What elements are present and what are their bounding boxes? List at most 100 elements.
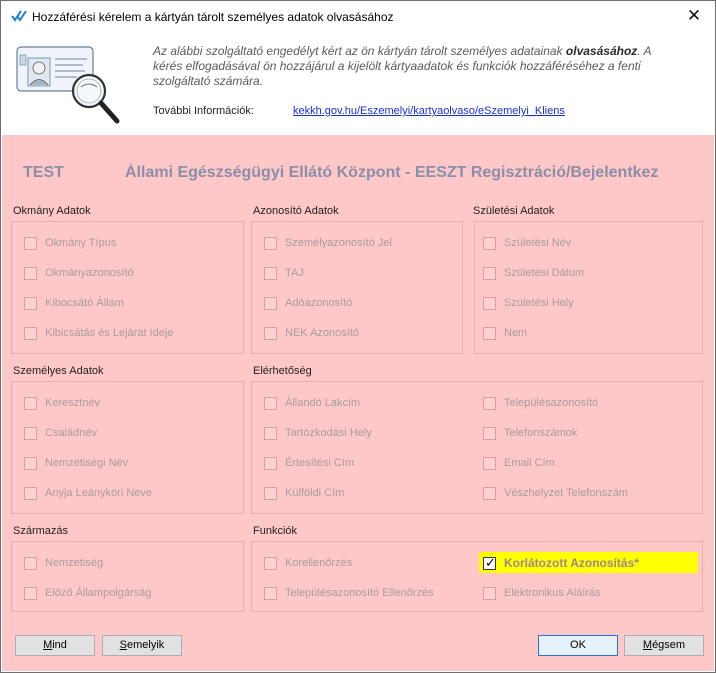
group-label-szuletesi: Születési Adatok [473,205,555,217]
checkbox-label: Születési Név [504,237,572,249]
checkbox-ertesitesi-cim[interactable]: Értesítési Cím [264,455,354,471]
checkbox-square[interactable] [483,486,496,500]
checkbox-square[interactable] [264,396,277,410]
checkbox-adoazonosito[interactable]: Adóazonosító [264,295,352,311]
checkbox-label: Okmányazonosító [45,267,134,279]
checkbox-okmanyazonosito[interactable]: Okmányazonosító [24,265,134,281]
checkbox-veszhelyzet-telefonszam[interactable]: Vészhelyzet Telefonszám [483,485,628,501]
more-info-label: További Információk: [153,105,254,117]
button-mnemonic: M [642,639,653,651]
checkbox-korellenorzes[interactable]: Korellenőrzés [264,555,352,571]
checkbox-okmany-tipus[interactable]: Okmány Típus [24,235,116,251]
checkbox-label: Személyazonosító Jel [285,237,392,249]
ok-button[interactable]: OK [538,635,618,656]
checkbox-szuletesi-datum[interactable]: Születési Dátum [483,265,584,281]
checkbox-tartozkodasi-hely[interactable]: Tartózkodási Hely [264,425,372,441]
checkbox-square[interactable] [264,556,277,570]
checkbox-label: Korellenőrzés [285,557,353,569]
checkbox-label: TAJ [285,267,304,279]
checkbox-square[interactable] [24,396,37,410]
checkbox-square[interactable] [483,426,496,440]
checkbox-square[interactable] [24,266,37,280]
checkbox-nem[interactable]: Nem [483,325,527,341]
checkbox-label: Településazonosító Ellenőrzés [285,587,434,599]
button-label: OK [570,639,586,651]
checkbox-label: Nem [504,327,528,339]
checkbox-email-cim[interactable]: Email Cím [483,455,555,471]
checkbox-korlatozott-azonositas[interactable]: Korlátozott Azonosítás* [483,555,639,571]
checkbox-telefonszamok[interactable]: Telefonszámok [483,425,577,441]
checkbox-telepulesazonosito-ellenorzes[interactable]: Településazonosító Ellenőrzés [264,585,434,601]
group-label-szarmazas: Származás [13,525,69,537]
checkbox-square[interactable] [24,236,37,250]
checkbox-szuletesi-nev[interactable]: Születési Név [483,235,571,251]
checkbox-nek-azonosito[interactable]: NEK Azonosító [264,325,359,341]
checkbox-square[interactable] [483,586,496,600]
checkbox-label: Tartózkodási Hely [285,427,372,439]
checkbox-square[interactable] [483,456,496,470]
title-bar: Hozzáférési kérelem a kártyán tárolt sze… [1,1,715,31]
checkbox-square[interactable] [264,266,277,280]
checkbox-square[interactable] [24,456,37,470]
checkbox-square[interactable] [483,396,496,410]
checkbox-square[interactable] [264,326,277,340]
checkbox-csaladnev[interactable]: Családnév [24,425,97,441]
checkbox-square[interactable] [483,236,496,250]
checkbox-label: Nemzetiség [45,557,104,569]
group-label-azonosito: Azonosító Adatok [253,205,339,217]
select-all-button[interactable]: Mind [15,635,95,656]
checkbox-label: Értesítési Cím [285,457,355,469]
checkbox-square[interactable] [264,236,277,250]
checkbox-checked-square[interactable] [483,555,496,571]
checkbox-keresztnev[interactable]: Keresztnév [24,395,100,411]
select-none-button[interactable]: Semelyik [102,635,182,656]
checkbox-square[interactable] [24,486,37,500]
checkbox-label: Kibicsátás és Lejárat Ideje [45,327,174,339]
checkbox-square[interactable] [24,426,37,440]
checkbox-label: Korlátozott Azonosítás* [504,556,639,570]
checkbox-szuletesi-hely[interactable]: Születési Hely [483,295,574,311]
checkbox-label: Okmány Típus [45,237,117,249]
checkbox-label: Nemzetiségi Név [45,457,129,469]
checkbox-allando-lakcim[interactable]: Állandó Lakcím [264,395,360,411]
checkbox-square[interactable] [24,556,37,570]
checkbox-label: Településazonosító [504,397,599,409]
checkbox-square[interactable] [24,586,37,600]
checkbox-square[interactable] [264,296,277,310]
checkbox-label: Elektronikus Aláírás [504,587,601,599]
checkbox-telepulesazonosito[interactable]: Településazonosító [483,395,598,411]
organization-code: TEST [23,164,64,181]
checkbox-kulfoldi-cim[interactable]: Külföldi Cím [264,485,344,501]
checkbox-square[interactable] [483,266,496,280]
cancel-button[interactable]: Mégsem [624,635,704,656]
checkbox-label: Állandó Lakcím [285,397,361,409]
window-title: Hozzáférési kérelem a kártyán tárolt sze… [32,10,394,24]
checkbox-elozo-allampolgarsag[interactable]: Előző Állampolgárság [24,585,151,601]
checkbox-square[interactable] [264,456,277,470]
checkbox-square[interactable] [24,296,37,310]
checkbox-nemzetisegi-nev[interactable]: Nemzetiségi Név [24,455,128,471]
checkbox-kibocsatas-lejarat[interactable]: Kibicsátás és Lejárat Ideje [24,325,173,341]
checkbox-square[interactable] [264,486,277,500]
close-icon[interactable]: ✕ [679,5,709,27]
more-info-link[interactable]: kekkh.gov.hu/Eszemelyi/kartyaolvaso/eSze… [293,105,565,117]
button-mnemonic: S [119,639,128,651]
checkbox-square[interactable] [483,296,496,310]
checkbox-szemelyazonosito-jel[interactable]: Személyazonosító Jel [264,235,392,251]
checkbox-square[interactable] [24,326,37,340]
id-card-magnifier-icon [16,46,120,124]
checkbox-elektronikus-alairas[interactable]: Elektronikus Aláírás [483,585,601,601]
checkbox-kibocsato-allam[interactable]: Kibocsátó Állam [24,295,124,311]
checkbox-anyja-neve[interactable]: Anyja Leánykori Neve [24,485,152,501]
button-mnemonic: M [43,639,53,651]
checkbox-nemzetiseg[interactable]: Nemzetiség [24,555,103,571]
app-check-icon [11,10,27,22]
checkbox-square[interactable] [264,586,277,600]
organization-name: Állami Egészségügyi Ellátó Központ - EES… [125,164,659,181]
intro-text-bold: olvasásához [565,44,638,58]
checkbox-square[interactable] [264,426,277,440]
checkbox-taj[interactable]: TAJ [264,265,304,281]
checkbox-square[interactable] [483,326,496,340]
checkbox-label: Születési Hely [504,297,574,309]
button-label: ind [52,639,67,651]
